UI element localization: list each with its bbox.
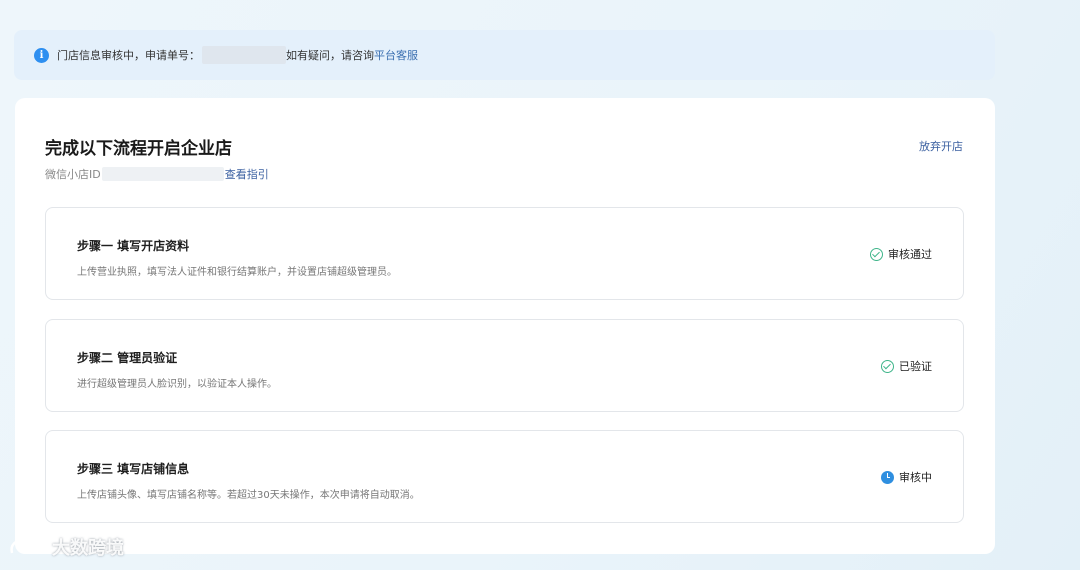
check-circle-icon bbox=[881, 359, 894, 373]
step-status: 审核中 bbox=[881, 469, 932, 485]
redacted-shop-id bbox=[101, 167, 224, 181]
status-label: 审核通过 bbox=[888, 248, 932, 261]
review-notice-banner: i 门店信息审核中，申请单号： 如有疑问，请咨询 平台客服 bbox=[14, 30, 995, 80]
status-label: 审核中 bbox=[899, 471, 932, 484]
notice-prefix: 门店信息审核中，申请单号： bbox=[57, 49, 200, 62]
step-title: 步骤三 填写店铺信息 bbox=[77, 462, 190, 476]
step-card-2: 步骤二 管理员验证 进行超级管理员人脸识别，以验证本人操作。 已验证 bbox=[45, 319, 964, 412]
step-card-3[interactable]: 步骤三 填写店铺信息 上传店铺头像、填写店铺名称等。若超过30天未操作，本次申请… bbox=[45, 430, 964, 523]
step-status: 已验证 bbox=[881, 358, 932, 374]
info-icon: i bbox=[34, 47, 49, 63]
step-title: 步骤一 填写开店资料 bbox=[77, 239, 190, 253]
watermark-logo-icon bbox=[10, 538, 46, 554]
shop-id-label: 微信小店ID bbox=[45, 168, 101, 181]
step-status: 审核通过 bbox=[870, 246, 932, 262]
step-card-1: 步骤一 填写开店资料 上传营业执照，填写法人证件和银行结算账户，并设置店铺超级管… bbox=[45, 207, 964, 300]
shop-id-row: 微信小店ID 查看指引 bbox=[45, 166, 269, 182]
onboarding-card: 完成以下流程开启企业店 放弃开店 微信小店ID 查看指引 步骤一 填写开店资料 … bbox=[15, 98, 995, 554]
redacted-order-number bbox=[202, 46, 286, 64]
step-description: 上传店铺头像、填写店铺名称等。若超过30天未操作，本次申请将自动取消。 bbox=[77, 490, 420, 501]
step-title: 步骤二 管理员验证 bbox=[77, 351, 178, 365]
platform-support-link[interactable]: 平台客服 bbox=[374, 47, 418, 63]
clock-icon bbox=[881, 470, 894, 484]
watermark-text: 大数跨境 bbox=[52, 538, 124, 559]
step-description: 进行超级管理员人脸识别，以验证本人操作。 bbox=[77, 379, 277, 390]
page-title: 完成以下流程开启企业店 bbox=[45, 139, 232, 159]
view-guide-link[interactable]: 查看指引 bbox=[225, 166, 269, 182]
watermark: 大数跨境 bbox=[8, 534, 124, 560]
status-label: 已验证 bbox=[899, 360, 932, 373]
step-description: 上传营业执照，填写法人证件和银行结算账户，并设置店铺超级管理员。 bbox=[77, 267, 397, 278]
check-circle-icon bbox=[870, 247, 883, 261]
abandon-store-button[interactable]: 放弃开店 bbox=[919, 138, 963, 154]
notice-suffix: 如有疑问，请咨询 bbox=[286, 49, 374, 62]
